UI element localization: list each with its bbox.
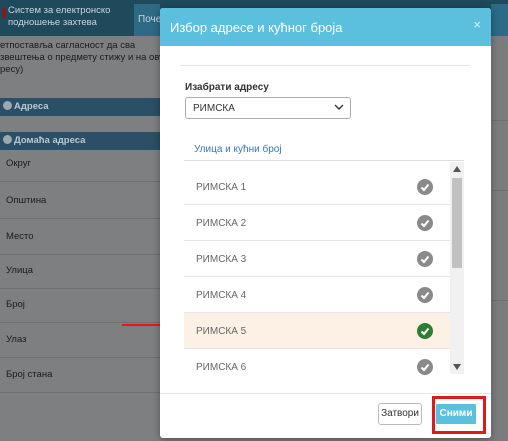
- intro-line1: етпостављa сагласност да сва: [0, 40, 136, 51]
- list-item[interactable]: РИМСКА 3: [184, 241, 452, 277]
- check-circle-icon[interactable]: [417, 251, 433, 267]
- check-circle-icon[interactable]: [417, 323, 433, 339]
- tab-extra[interactable]: [491, 4, 508, 36]
- scroll-down-icon[interactable]: [453, 364, 461, 370]
- section-home-address-label: Домаћа адреса: [14, 135, 86, 146]
- address-list: РИМСКА 1 РИМСКА 2 РИМСКА 3 РИМСКА 4 РИМС…: [184, 161, 466, 375]
- highlight-box: [432, 396, 486, 434]
- field-label: Место: [6, 231, 34, 242]
- field-label: Округ: [6, 158, 31, 169]
- field-label: Улаз: [6, 334, 27, 345]
- list-item[interactable]: РИМСКА 2: [184, 205, 452, 241]
- field-district: Округ: [0, 146, 160, 182]
- intro-text: етпостављa сагласност да сва звештења о …: [0, 40, 164, 76]
- scrollbar-thumb[interactable]: [452, 178, 462, 268]
- page-right-edge: [492, 36, 508, 441]
- list-item-label: РИМСКА 2: [196, 218, 247, 229]
- list-item-label: РИМСКА 4: [196, 290, 247, 301]
- intro-line2: звештења о предмету стижу и на ову: [0, 52, 164, 63]
- divider: [180, 65, 470, 66]
- list-item-label: РИМСКА 1: [196, 182, 247, 193]
- list-item[interactable]: РИМСКА 4: [184, 277, 452, 313]
- section-address-label: Адреса: [14, 101, 49, 112]
- chevron-icon: [3, 101, 12, 110]
- dialog-title: Избор адресе и кућног броја: [170, 20, 343, 35]
- dialog-header: Избор адресе и кућног броја ×: [160, 8, 491, 46]
- address-select[interactable]: РИМСКА: [185, 97, 351, 119]
- field-place: Место: [0, 219, 160, 255]
- check-circle-icon[interactable]: [417, 359, 433, 375]
- tab-home-label: Поче: [138, 14, 162, 25]
- list-item-label: РИМСКА 6: [196, 362, 247, 373]
- app-title: Систем за електронско подношење захтева: [8, 5, 110, 29]
- app-title-line2: подношење захтева: [8, 17, 97, 28]
- intro-line3: ресу): [0, 64, 24, 75]
- chevron-down-icon: [334, 104, 344, 110]
- list-item-label: РИМСКА 3: [196, 254, 247, 265]
- address-dialog: Избор адресе и кућног броја × Изабрати а…: [160, 8, 491, 438]
- column-header-street[interactable]: Улица и кућни број: [194, 144, 282, 155]
- check-circle-icon[interactable]: [417, 179, 433, 195]
- list-item-selected[interactable]: РИМСКА 5: [184, 313, 452, 349]
- chevron-icon: [3, 135, 12, 144]
- list-item-label: РИМСКА 5: [196, 326, 247, 337]
- divider: [492, 190, 508, 191]
- field-number: Број: [0, 287, 160, 323]
- app-logo: [2, 8, 6, 18]
- field-label: Општина: [6, 195, 47, 206]
- divider: [160, 393, 491, 394]
- divider: [492, 300, 508, 301]
- app-title-line1: Систем за електронско: [8, 5, 111, 16]
- divider: [492, 120, 508, 121]
- list-scrollbar[interactable]: [450, 162, 464, 374]
- check-circle-icon[interactable]: [417, 215, 433, 231]
- field-label: Улица: [6, 265, 33, 276]
- close-icon[interactable]: ×: [473, 17, 481, 32]
- address-select-label: Изабрати адресу: [185, 82, 269, 93]
- field-label: Број стана: [6, 369, 53, 380]
- close-button[interactable]: Затвори: [378, 403, 422, 425]
- address-select-value: РИМСКА: [193, 103, 235, 114]
- field-municipality: Општина: [0, 183, 160, 219]
- field-apartment: Број стана: [0, 357, 160, 393]
- section-address[interactable]: Адреса: [0, 98, 160, 116]
- scroll-up-icon[interactable]: [453, 166, 461, 172]
- tab-home[interactable]: Поче: [134, 4, 162, 36]
- field-label: Број: [6, 299, 25, 310]
- check-circle-icon[interactable]: [417, 287, 433, 303]
- list-item[interactable]: РИМСКА 1: [184, 169, 452, 205]
- list-item[interactable]: РИМСКА 6: [184, 349, 452, 375]
- field-street: Улица: [0, 253, 160, 289]
